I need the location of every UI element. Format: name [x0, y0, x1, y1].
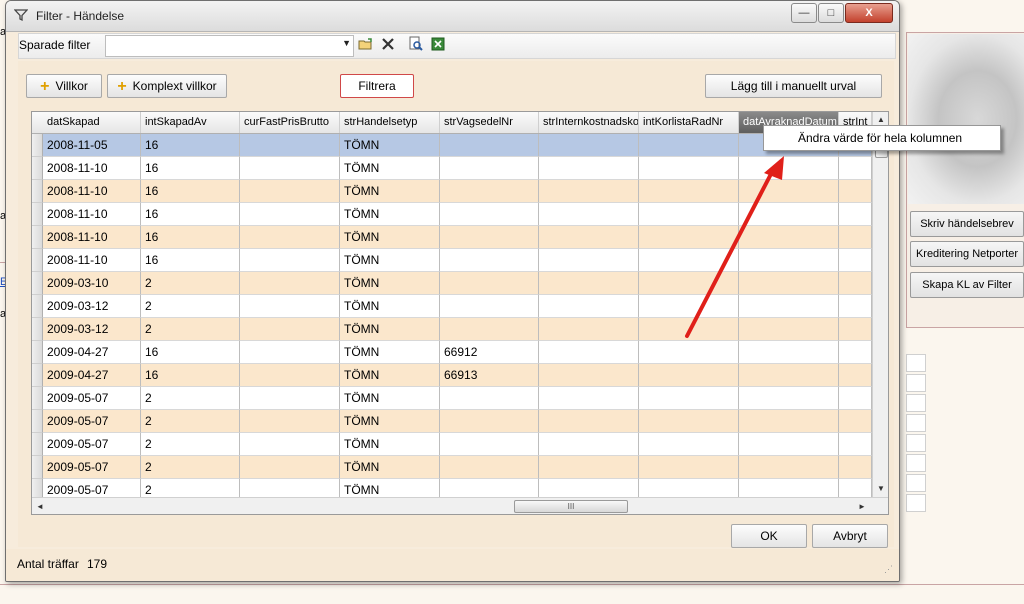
annotation-arrow — [685, 156, 784, 338]
annotation-arrow-shaft — [685, 170, 774, 338]
annotation-arrow-head — [764, 156, 784, 180]
